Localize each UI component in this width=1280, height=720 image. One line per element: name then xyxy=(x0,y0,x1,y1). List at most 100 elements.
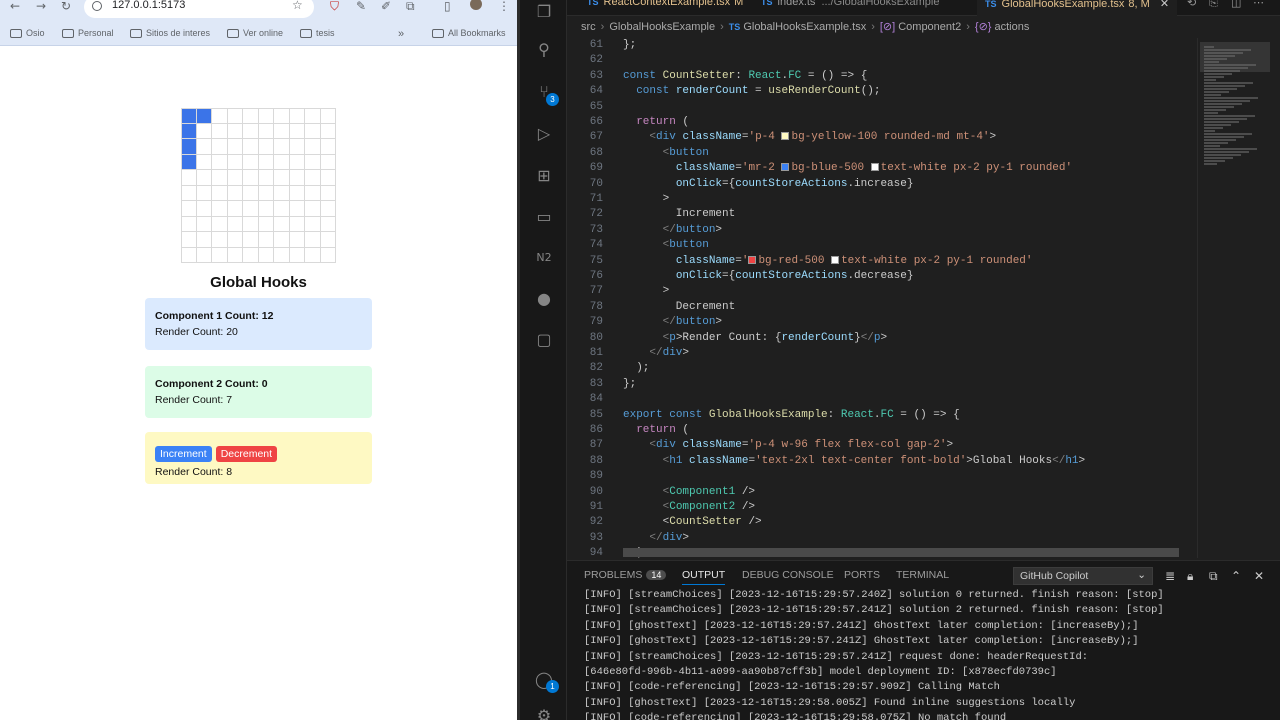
grid-cell[interactable] xyxy=(274,170,290,186)
line-number[interactable]: 87 xyxy=(567,438,603,453)
grid-cell[interactable] xyxy=(196,139,212,155)
line-number[interactable]: 63 xyxy=(567,69,603,84)
line-number[interactable]: 67 xyxy=(567,130,603,145)
code-line[interactable]: 79 </button> xyxy=(567,315,1197,330)
grid-cell[interactable] xyxy=(274,247,290,263)
line-number[interactable]: 66 xyxy=(567,115,603,130)
grid-cell[interactable] xyxy=(274,201,290,217)
grid-cell[interactable] xyxy=(212,201,228,217)
grid-cell[interactable] xyxy=(243,139,259,155)
line-number[interactable]: 76 xyxy=(567,269,603,284)
code-line[interactable]: 84 xyxy=(567,392,1197,407)
code-line[interactable]: 66 return ( xyxy=(567,115,1197,130)
grid-cell[interactable] xyxy=(243,123,259,139)
grid-cell[interactable] xyxy=(243,216,259,232)
code-line[interactable]: 93 </div> xyxy=(567,531,1197,546)
n2-icon[interactable]: N2 xyxy=(534,248,554,268)
more-actions-icon[interactable]: ⋯ xyxy=(1253,0,1264,16)
site-info-icon[interactable] xyxy=(92,1,102,11)
grid-cell[interactable] xyxy=(320,201,336,217)
line-number[interactable]: 81 xyxy=(567,346,603,361)
line-number[interactable]: 75 xyxy=(567,254,603,269)
grid-cell[interactable] xyxy=(274,108,290,124)
grid-cell[interactable] xyxy=(181,185,197,201)
run-debug-icon[interactable]: ▷ xyxy=(534,124,554,144)
grid-cell[interactable] xyxy=(258,185,274,201)
close-panel-icon[interactable]: ✕ xyxy=(1254,569,1264,583)
line-number[interactable]: 88 xyxy=(567,454,603,469)
grid-cell[interactable] xyxy=(181,154,197,170)
code-line[interactable]: 68 <button xyxy=(567,146,1197,161)
line-number[interactable]: 86 xyxy=(567,423,603,438)
code-line[interactable]: 65 xyxy=(567,100,1197,115)
grid-cell[interactable] xyxy=(227,139,243,155)
reload-icon[interactable]: ↻ xyxy=(61,0,71,12)
grid-cell[interactable] xyxy=(212,139,228,155)
code-line[interactable]: 78 Decrement xyxy=(567,300,1197,315)
grid-cell[interactable] xyxy=(320,170,336,186)
code-text[interactable]: </div> xyxy=(623,531,689,546)
tab-problems[interactable]: PROBLEMS 14 xyxy=(584,569,667,581)
grid-cell[interactable] xyxy=(181,139,197,155)
grid-cell[interactable] xyxy=(274,123,290,139)
code-line[interactable]: 63 const CountSetter: React.FC = () => { xyxy=(567,69,1197,84)
manage-gear-icon[interactable]: ⚙ xyxy=(534,706,554,720)
line-number[interactable]: 94 xyxy=(567,546,603,558)
lock-icon[interactable]: 🔒︎ xyxy=(1187,569,1193,584)
breadcrumb-file[interactable]: GlobalHooksExample.tsx xyxy=(743,21,866,33)
tab-debug-console[interactable]: DEBUG CONSOLE xyxy=(742,569,834,581)
extension-shield-icon[interactable]: ⛉ xyxy=(330,0,339,12)
line-number[interactable]: 73 xyxy=(567,223,603,238)
extension-feather-icon[interactable]: ✐ xyxy=(381,0,391,12)
open-in-editor-icon[interactable]: ⧉ xyxy=(1209,569,1218,584)
grid-cell[interactable] xyxy=(227,154,243,170)
close-icon[interactable]: ✕ xyxy=(1160,0,1169,10)
code-line[interactable]: 72 Increment xyxy=(567,207,1197,222)
code-line[interactable]: 75 className=' bg-red-500 text-white px-2… xyxy=(567,254,1197,269)
address-bar[interactable]: 127.0.0.1:5173 ☆ xyxy=(84,0,314,18)
grid-cell[interactable] xyxy=(305,216,321,232)
line-number[interactable]: 84 xyxy=(567,392,603,407)
grid-cell[interactable] xyxy=(243,170,259,186)
grid-cell[interactable] xyxy=(196,170,212,186)
bookmark-star-icon[interactable]: ☆ xyxy=(292,0,303,11)
code-text[interactable]: </div> xyxy=(623,346,689,361)
minimap[interactable] xyxy=(1197,38,1272,558)
line-number[interactable]: 78 xyxy=(567,300,603,315)
grid-cell[interactable] xyxy=(320,154,336,170)
code-text[interactable]: <button xyxy=(623,238,709,253)
timeline-icon[interactable]: ⟲ xyxy=(1187,0,1196,16)
bookmark-osio[interactable]: Osio xyxy=(10,28,45,38)
tab-output[interactable]: OUTPUT xyxy=(682,569,726,585)
code-line[interactable]: 86 return ( xyxy=(567,423,1197,438)
code-text[interactable]: <div className='p-4 w-96 flex flex-col g… xyxy=(623,438,953,453)
line-number[interactable]: 80 xyxy=(567,331,603,346)
code-line[interactable]: 82 ); xyxy=(567,361,1197,376)
grid-cell[interactable] xyxy=(227,108,243,124)
line-number[interactable]: 72 xyxy=(567,207,603,222)
grid-cell[interactable] xyxy=(289,154,305,170)
grid-cell[interactable] xyxy=(196,216,212,232)
extension-pen-icon[interactable]: ✎ xyxy=(356,0,366,12)
code-text[interactable]: onClick={countStoreActions.decrease} xyxy=(623,269,914,284)
code-line[interactable]: 71 > xyxy=(567,192,1197,207)
grid-cell[interactable] xyxy=(227,216,243,232)
grid-cell[interactable] xyxy=(258,201,274,217)
grid-cell[interactable] xyxy=(258,170,274,186)
search-icon[interactable]: ⚲ xyxy=(534,40,554,60)
tab-global-hooks-example[interactable]: TS GlobalHooksExample.tsx 8, M ✕ xyxy=(977,0,1178,16)
grid-cell[interactable] xyxy=(196,232,212,248)
code-line[interactable]: 89 xyxy=(567,469,1197,484)
code-line[interactable]: 81 </div> xyxy=(567,346,1197,361)
grid-cell[interactable] xyxy=(212,108,228,124)
tab-terminal[interactable]: TERMINAL xyxy=(896,569,949,581)
code-text[interactable]: <Component1 /> xyxy=(623,485,755,500)
grid-cell[interactable] xyxy=(289,185,305,201)
grid-cell[interactable] xyxy=(196,201,212,217)
back-icon[interactable]: ← xyxy=(10,0,20,12)
grid-cell[interactable] xyxy=(181,232,197,248)
grid-cell[interactable] xyxy=(305,247,321,263)
all-bookmarks[interactable]: All Bookmarks xyxy=(432,28,506,38)
code-line[interactable]: 64 const renderCount = useRenderCount(); xyxy=(567,84,1197,99)
grid-cell[interactable] xyxy=(289,232,305,248)
